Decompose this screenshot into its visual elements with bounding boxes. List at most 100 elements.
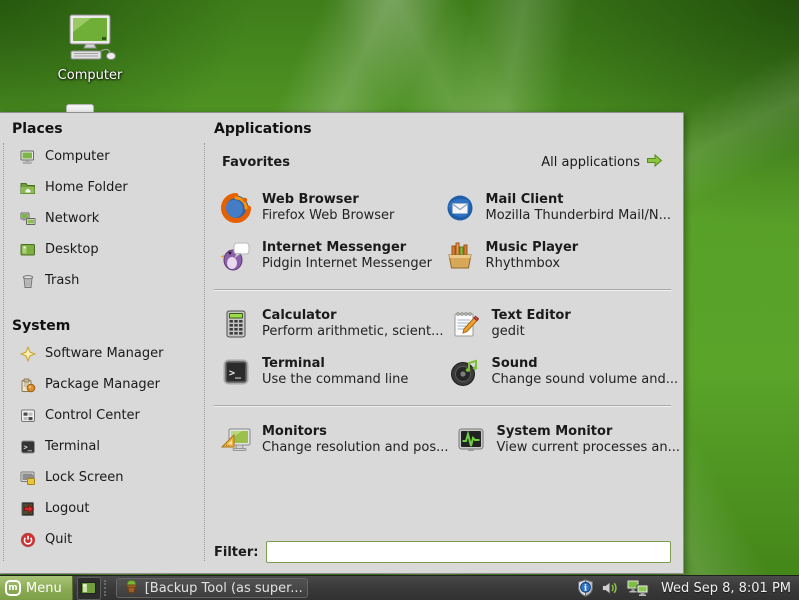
panel-drag-handle[interactable] [104, 580, 113, 596]
rhythmbox-icon [444, 240, 476, 272]
filter-input[interactable] [266, 541, 671, 563]
backup-tool-icon [124, 579, 139, 598]
menu-left-column: Places Computer [0, 113, 206, 573]
window-button-backup-tool[interactable]: [Backup Tool (as super... [116, 578, 308, 598]
svg-text:>_: >_ [229, 368, 242, 379]
app-item-monitors[interactable]: Monitors Change resolution and pos... [214, 416, 449, 464]
desktop-icon-computer[interactable]: Computer [48, 14, 132, 83]
trash-icon [20, 273, 36, 289]
software-manager-icon [20, 346, 36, 362]
app-title: Terminal [262, 356, 408, 372]
calculator-icon [220, 308, 252, 340]
window-button-label: [Backup Tool (as super... [145, 581, 303, 596]
menu-item-label: Quit [45, 532, 72, 547]
app-item-web-browser[interactable]: Web Browser Firefox Web Browser [214, 184, 438, 232]
mint-menu-popup: Places Computer [0, 112, 684, 574]
panel-clock[interactable]: Wed Sep 8, 8:01 PM [661, 581, 791, 596]
menu-item-trash[interactable]: Trash [12, 265, 206, 296]
app-item-system-monitor[interactable]: System Monitor View current processes an… [449, 416, 680, 464]
menu-item-logout[interactable]: Logout [12, 493, 206, 524]
menu-item-computer[interactable]: Computer [12, 141, 206, 172]
app-title: Monitors [262, 424, 449, 440]
computer-icon [20, 149, 36, 165]
menu-item-quit[interactable]: Quit [12, 524, 206, 555]
app-item-mail-client[interactable]: Mail Client Mozilla Thunderbird Mail/N..… [438, 184, 671, 232]
app-title: Music Player [486, 240, 579, 256]
menu-item-desktop[interactable]: Desktop [12, 234, 206, 265]
monitors-icon [220, 424, 252, 456]
applications-section-title: Applications [214, 121, 671, 137]
logout-icon [20, 501, 36, 517]
app-title: Calculator [262, 308, 443, 324]
terminal-app-icon: >_ [220, 356, 252, 388]
desktop-wallpaper: Computer Places Computer [0, 0, 799, 600]
app-item-calculator[interactable]: Calculator Perform arithmetic, scient... [214, 300, 443, 348]
menu-button-label: Menu [26, 581, 62, 596]
computer-desktop-icon [61, 47, 119, 66]
menu-item-label: Package Manager [45, 377, 160, 392]
svg-text:>_: >_ [24, 443, 33, 451]
green-right-arrow-icon [646, 153, 663, 172]
menu-item-label: Home Folder [45, 180, 128, 195]
menu-item-label: Computer [45, 149, 110, 164]
app-description: Change resolution and pos... [262, 440, 449, 456]
package-manager-icon [20, 377, 36, 393]
menu-item-label: Trash [45, 273, 79, 288]
update-shield-icon[interactable]: i [577, 579, 594, 597]
menu-item-label: Logout [45, 501, 90, 516]
menu-item-label: Terminal [45, 439, 100, 454]
menu-item-label: Desktop [45, 242, 99, 257]
firefox-icon [220, 192, 252, 224]
text-editor-icon [449, 308, 481, 340]
app-item-music-player[interactable]: Music Player Rhythmbox [438, 232, 671, 280]
app-title: Mail Client [486, 192, 671, 208]
app-description: Mozilla Thunderbird Mail/N... [486, 208, 671, 224]
app-description: Perform arithmetic, scient... [262, 324, 443, 340]
menu-item-label: Lock Screen [45, 470, 123, 485]
app-title: Internet Messenger [262, 240, 432, 256]
home-folder-icon [20, 180, 36, 196]
network-tray-icon[interactable] [626, 579, 650, 597]
app-title: Sound [491, 356, 678, 372]
menu-item-home-folder[interactable]: Home Folder [12, 172, 206, 203]
desktop-icon-label: Computer [48, 68, 132, 83]
svg-text:i: i [584, 582, 587, 592]
terminal-icon: >_ [20, 439, 36, 455]
control-center-icon [20, 408, 36, 424]
app-item-terminal[interactable]: >_ Terminal Use the command line [214, 348, 443, 396]
favorites-group-1: Web Browser Firefox Web Browser [214, 180, 671, 284]
system-tray: i [577, 579, 799, 597]
group-separator [214, 405, 671, 407]
all-applications-label: All applications [541, 155, 640, 170]
places-section-title: Places [12, 121, 206, 137]
volume-icon[interactable] [601, 580, 619, 596]
quit-icon [20, 532, 36, 548]
favorites-group-2: Calculator Perform arithmetic, scient... [214, 296, 671, 400]
show-desktop-button[interactable] [77, 577, 101, 600]
menu-item-network[interactable]: Network [12, 203, 206, 234]
app-item-sound[interactable]: Sound Change sound volume and... [443, 348, 678, 396]
menu-item-package-manager[interactable]: Package Manager [12, 369, 206, 400]
taskbar-panel: m Menu [Backup Tool (as super. [0, 575, 799, 600]
app-title: Web Browser [262, 192, 394, 208]
app-item-internet-messenger[interactable]: Internet Messenger Pidgin Internet Messe… [214, 232, 438, 280]
app-title: Text Editor [491, 308, 570, 324]
menu-item-control-center[interactable]: Control Center [12, 400, 206, 431]
mint-logo-icon: m [5, 580, 21, 596]
thunderbird-icon [444, 192, 476, 224]
menu-item-software-manager[interactable]: Software Manager [12, 338, 206, 369]
app-item-text-editor[interactable]: Text Editor gedit [443, 300, 678, 348]
filter-label: Filter: [214, 545, 258, 560]
menu-item-lock-screen[interactable]: Lock Screen [12, 462, 206, 493]
menu-item-terminal[interactable]: >_ Terminal [12, 431, 206, 462]
app-description: Change sound volume and... [491, 372, 678, 388]
menu-button[interactable]: m Menu [0, 576, 73, 600]
network-icon [20, 211, 36, 227]
lock-screen-icon [20, 470, 36, 486]
favorites-group-3: Monitors Change resolution and pos... [214, 412, 671, 468]
app-description: View current processes an... [497, 440, 680, 456]
system-section-title: System [12, 318, 206, 334]
favorites-row: Favorites All applications [222, 153, 663, 172]
app-description: Rhythmbox [486, 256, 579, 272]
all-applications-button[interactable]: All applications [541, 153, 663, 172]
